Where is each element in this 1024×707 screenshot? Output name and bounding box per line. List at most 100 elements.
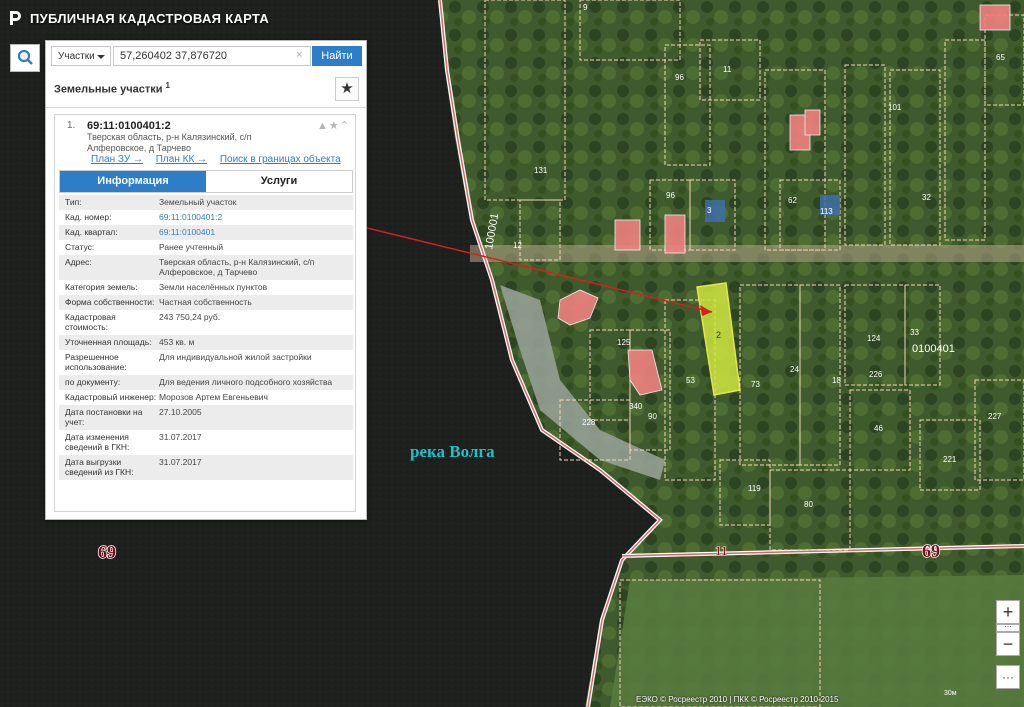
- map-attribution: ЕЭКО © Росреестр 2010 | ПКК © Росреестр …: [636, 695, 839, 704]
- info-row: Категория земель: Земли населённых пункто…: [59, 280, 353, 295]
- clear-icon[interactable]: ×: [296, 49, 302, 61]
- results-panel: Участки × Найти Земельные участки 1 ★ 1.…: [45, 40, 367, 520]
- info-row: Кад. квартал: 69:11:0100401: [59, 225, 353, 240]
- parcel-number: 96: [666, 191, 675, 200]
- parcel-number: 3: [707, 206, 712, 215]
- info-value: Для ведения личного подсобного хозяйства: [159, 377, 333, 387]
- info-value: Земельный участок: [159, 197, 237, 207]
- cadastral-block-link[interactable]: 69:11:0100401: [159, 227, 349, 237]
- plan-zu-link[interactable]: План ЗУ →: [91, 154, 143, 165]
- chevron-down-icon: [97, 55, 105, 59]
- star-icon[interactable]: ★: [329, 120, 340, 132]
- parcel-number: 33: [910, 328, 919, 337]
- parcel-number: 131: [534, 166, 548, 175]
- parcel-number: 124: [867, 334, 881, 343]
- scale-label: 30м: [944, 690, 957, 697]
- more-options-button[interactable]: ···: [996, 665, 1020, 689]
- info-value: 31.07.2017: [159, 457, 202, 467]
- parcel-number: 62: [788, 196, 797, 205]
- card-tabs: Информация Услуги: [59, 170, 353, 193]
- search-button[interactable]: [10, 44, 40, 72]
- section-title: Земельные участки 1: [54, 81, 170, 96]
- parcel-number: 227: [988, 412, 1002, 421]
- search-input[interactable]: [113, 46, 311, 66]
- info-row: Дата постановки на учет: 27.10.2005: [59, 405, 353, 430]
- parcel-number: 113: [820, 207, 833, 216]
- info-row: Статус: Ранее учтенный: [59, 240, 353, 255]
- find-button[interactable]: Найти: [312, 46, 362, 66]
- info-key: Дата изменения сведений в ГКН:: [65, 432, 130, 452]
- parcel-number: 340: [629, 402, 643, 411]
- info-row: Дата изменения сведений в ГКН: 31.07.2017: [59, 430, 353, 455]
- info-row: Адрес: Тверская область, р-н Калязинский,…: [59, 255, 353, 280]
- info-row: Кад. номер: 69:11:0100401:2: [59, 210, 353, 225]
- search-type-select[interactable]: Участки: [51, 46, 111, 66]
- info-key: Дата постановки на учет:: [65, 407, 143, 427]
- favorites-star-button[interactable]: ★: [335, 77, 359, 101]
- parcel-number: 90: [648, 412, 657, 421]
- info-value: Ранее учтенный: [159, 242, 224, 252]
- cadastral-number-link[interactable]: 69:11:0100401:2: [159, 212, 349, 222]
- parcel-number: 73: [751, 380, 760, 389]
- search-icon: [17, 49, 33, 65]
- info-value: Тверская область, р-н Калязинский, с/п А…: [159, 257, 315, 277]
- info-key: Адрес:: [65, 257, 92, 267]
- parcel-number: 46: [874, 424, 883, 433]
- zoom-slider-handle[interactable]: ⋯: [996, 624, 1020, 632]
- plan-kk-link[interactable]: План КК →: [156, 154, 207, 165]
- info-key: Кадастровый инженер:: [65, 392, 157, 402]
- search-type-label: Участки: [58, 51, 95, 62]
- warning-icon[interactable]: ▲: [317, 120, 329, 132]
- result-index: 1.: [67, 120, 76, 131]
- parcel-number: 101: [888, 103, 902, 112]
- parcel-number: 11: [723, 65, 732, 74]
- info-key: Кадастровая стоимость:: [65, 312, 116, 332]
- info-key: Разрешенное использование:: [65, 352, 127, 372]
- parcel-number: 221: [943, 455, 957, 464]
- divider: [46, 107, 366, 108]
- info-row: Уточненная площадь: 453 кв. м: [59, 335, 353, 350]
- tab-information[interactable]: Информация: [60, 171, 206, 192]
- parcel-number: 228: [582, 418, 596, 427]
- parcel-number: 32: [922, 193, 931, 202]
- section-title-text: Земельные участки: [54, 83, 163, 96]
- region-label: 69: [922, 541, 940, 561]
- info-row: Кадастровая стоимость: 243 750,24 руб.: [59, 310, 353, 335]
- info-row: Дата выгрузки сведений из ГКН: 31.07.2017: [59, 455, 353, 480]
- tab-services[interactable]: Услуги: [206, 171, 352, 192]
- info-table: Тип: Земельный участок Кад. номер: 69:11:0…: [59, 195, 353, 480]
- road-label: 11: [715, 543, 728, 558]
- region-label: 69: [98, 542, 116, 562]
- collapse-icon[interactable]: ⌃: [340, 120, 350, 132]
- parcel-number: 65: [996, 53, 1005, 62]
- info-key: Кад. номер:: [65, 212, 112, 222]
- info-value: Морозов Артем Евгеньевич: [159, 392, 268, 402]
- info-value: Земли населённых пунктов: [159, 282, 268, 292]
- parcel-address: Тверская область, р-н Калязинский, с/п А…: [87, 132, 297, 154]
- parcel-number: 226: [869, 370, 883, 379]
- zoom-out-button[interactable]: −: [996, 632, 1020, 656]
- info-row: Форма собственности: Частная собственност…: [59, 295, 353, 310]
- info-row: по документу: Для ведения личного подсобн…: [59, 375, 353, 390]
- info-key: Уточненная площадь:: [65, 337, 152, 347]
- river-label: река Волга: [410, 442, 495, 461]
- result-count: 1: [165, 81, 170, 90]
- parcel-number: 125: [617, 338, 631, 347]
- selected-parcel-label: 2: [716, 330, 721, 340]
- app-header: ПУБЛИЧНАЯ КАДАСТРОВАЯ КАРТА: [8, 10, 269, 26]
- info-row: Кадастровый инженер: Морозов Артем Евгень…: [59, 390, 353, 405]
- search-bar: Участки × Найти: [46, 41, 366, 73]
- parcel-number: 96: [675, 73, 684, 82]
- info-value: 453 кв. м: [159, 337, 195, 347]
- info-key: по документу:: [65, 377, 121, 387]
- card-actions: ▲★⌃: [317, 119, 350, 132]
- info-key: Форма собственности:: [65, 297, 155, 307]
- cadastral-number-title[interactable]: 69:11:0100401:2: [87, 120, 171, 132]
- parcel-number: 9: [583, 3, 588, 12]
- parcel-number: 53: [686, 376, 695, 385]
- zoom-in-button[interactable]: +: [996, 600, 1020, 624]
- info-key: Тип:: [65, 197, 82, 207]
- info-key: Статус:: [65, 242, 95, 252]
- info-value: 27.10.2005: [159, 407, 202, 417]
- parcel-number: 80: [804, 500, 813, 509]
